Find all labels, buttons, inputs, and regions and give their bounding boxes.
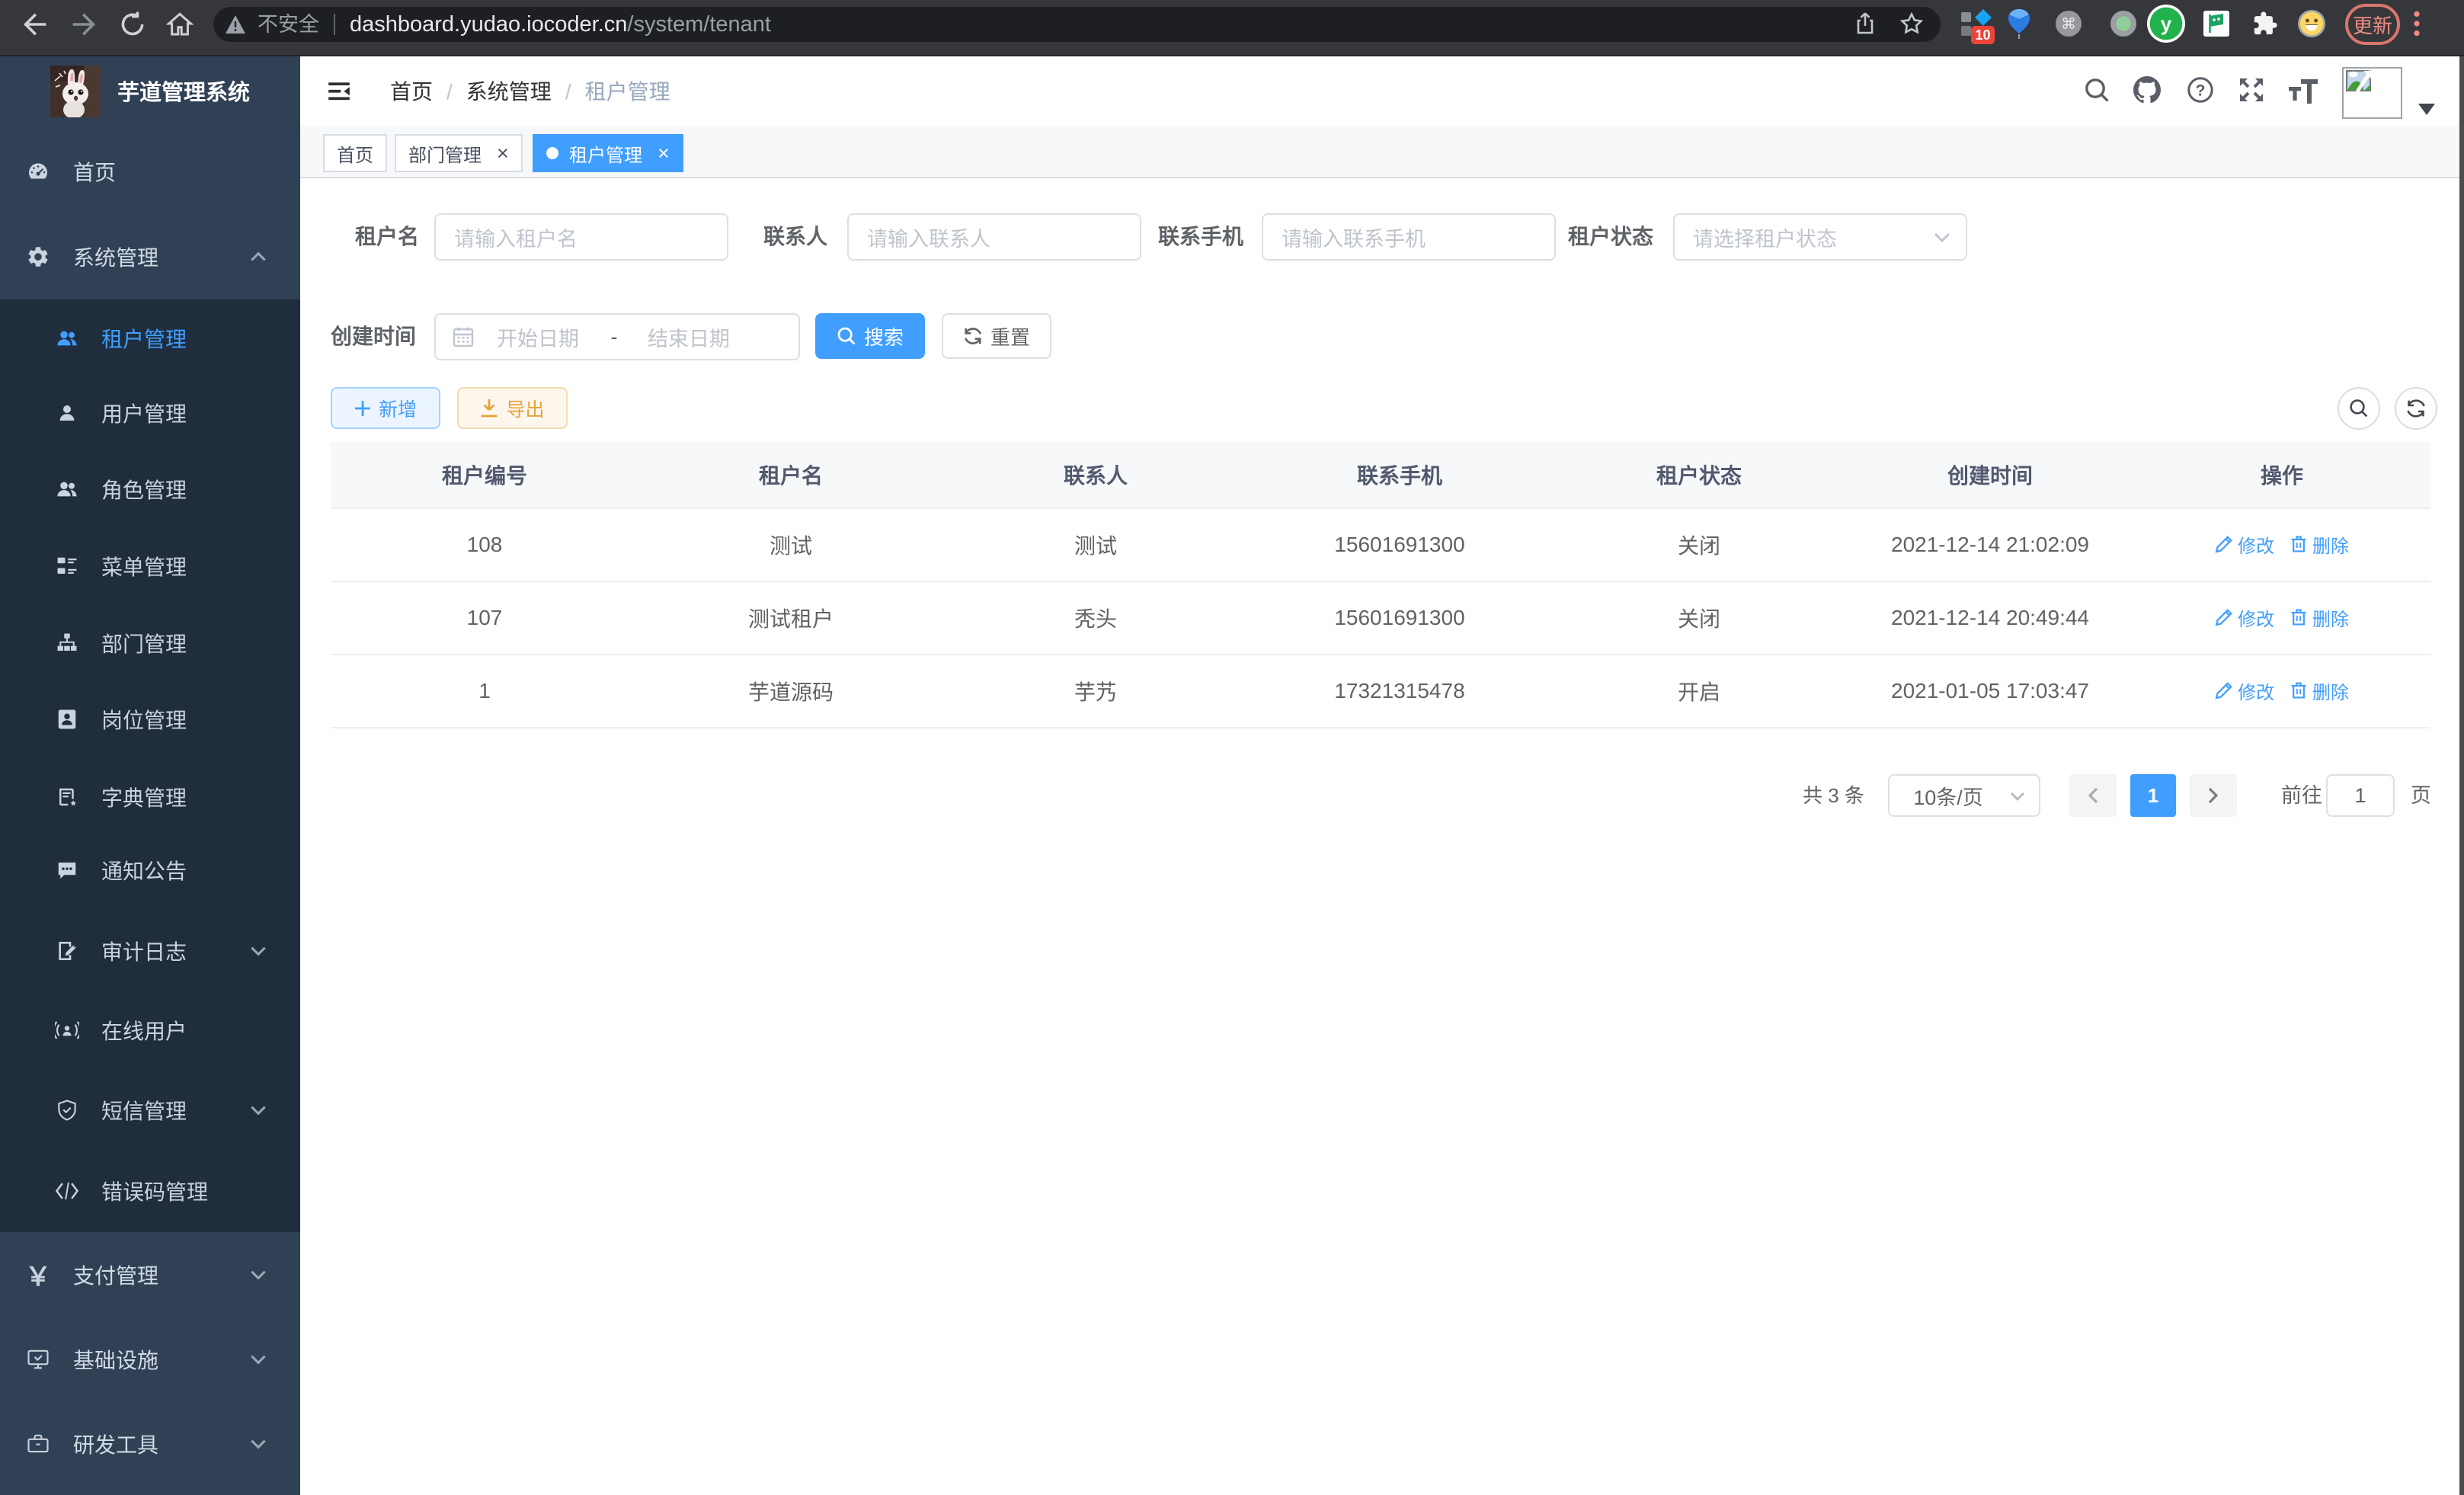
- svg-text:⌘: ⌘: [2061, 16, 2076, 33]
- svg-text:y: y: [2161, 12, 2172, 35]
- svg-text:?: ?: [2196, 82, 2206, 100]
